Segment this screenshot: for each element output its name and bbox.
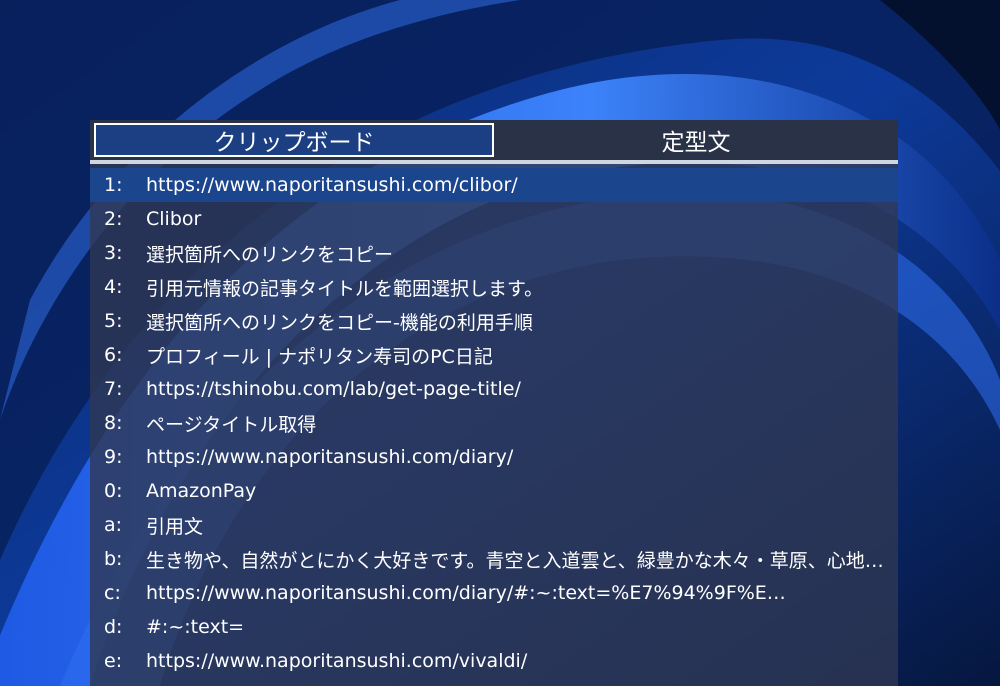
item-text: 選択箇所へのリンクをコピー-機能の利用手順 [146,311,533,334]
item-hotkey: b: [104,548,123,570]
item-hotkey: d: [104,616,123,638]
list-item[interactable]: 0: AmazonPay [90,474,898,508]
clipboard-history-window: クリップボード 定型文 1: https://www.naporitansush… [90,120,898,686]
item-text: https://www.naporitansushi.com/diary/ [146,446,514,468]
item-text: https://tshinobu.com/lab/get-page-title/ [146,378,521,400]
item-text: https://www.naporitansushi.com/clibor/ [146,174,518,196]
list-item[interactable]: e: https://www.naporitansushi.com/vivald… [90,644,898,678]
item-hotkey: 3: [104,242,123,264]
item-text: #:~:text= [146,616,245,638]
item-hotkey: 9: [104,446,123,468]
list-item[interactable]: 3: 選択箇所へのリンクをコピー [90,236,898,270]
list-item[interactable]: 7: https://tshinobu.com/lab/get-page-tit… [90,372,898,406]
item-hotkey: c: [104,582,121,604]
tab-templates[interactable]: 定型文 [496,123,896,157]
list-item[interactable]: b: 生き物や、自然がとにかく大好きです。青空と入道雲と、緑豊かな木々・草原、心… [90,542,898,576]
item-text: 引用文 [146,515,204,538]
tab-bar: クリップボード 定型文 [90,120,898,160]
item-hotkey: 8: [104,412,123,434]
tab-clipboard[interactable]: クリップボード [94,123,494,157]
item-text: プロフィール | ナポリタン寿司のPC日記 [146,345,493,368]
list-item[interactable]: 9: https://www.naporitansushi.com/diary/ [90,440,898,474]
list-item[interactable]: 6: プロフィール | ナポリタン寿司のPC日記 [90,338,898,372]
item-text: https://www.naporitansushi.com/diary/#:~… [146,582,786,604]
list-item[interactable]: 1: https://www.naporitansushi.com/clibor… [90,168,898,202]
item-hotkey: 0: [104,480,123,502]
item-text: AmazonPay [146,480,257,502]
item-hotkey: e: [104,650,123,672]
item-hotkey: a: [104,514,123,536]
item-text: 生き物や、自然がとにかく大好きです。青空と入道雲と、緑豊かな木々・草原、心地… [146,549,884,572]
list-item[interactable]: a: 引用文 [90,508,898,542]
item-hotkey: 7: [104,378,123,400]
item-text: ページタイトル取得 [146,413,317,436]
clipboard-list: 1: https://www.naporitansushi.com/clibor… [90,168,898,678]
item-hotkey: 4: [104,276,123,298]
list-item[interactable]: 8: ページタイトル取得 [90,406,898,440]
item-hotkey: 5: [104,310,123,332]
item-text: Clibor [146,208,202,230]
list-item[interactable]: 4: 引用元情報の記事タイトルを範囲選択します。 [90,270,898,304]
item-text: 引用元情報の記事タイトルを範囲選択します。 [146,277,544,300]
list-item[interactable]: 2: Clibor [90,202,898,236]
list-item[interactable]: 5: 選択箇所へのリンクをコピー-機能の利用手順 [90,304,898,338]
item-text: https://www.naporitansushi.com/vivaldi/ [146,650,528,672]
tab-divider [90,160,898,164]
item-hotkey: 1: [104,174,123,196]
item-text: 選択箇所へのリンクをコピー [146,243,394,266]
item-hotkey: 2: [104,208,123,230]
item-hotkey: 6: [104,344,123,366]
list-item[interactable]: d: #:~:text= [90,610,898,644]
list-item[interactable]: c: https://www.naporitansushi.com/diary/… [90,576,898,610]
